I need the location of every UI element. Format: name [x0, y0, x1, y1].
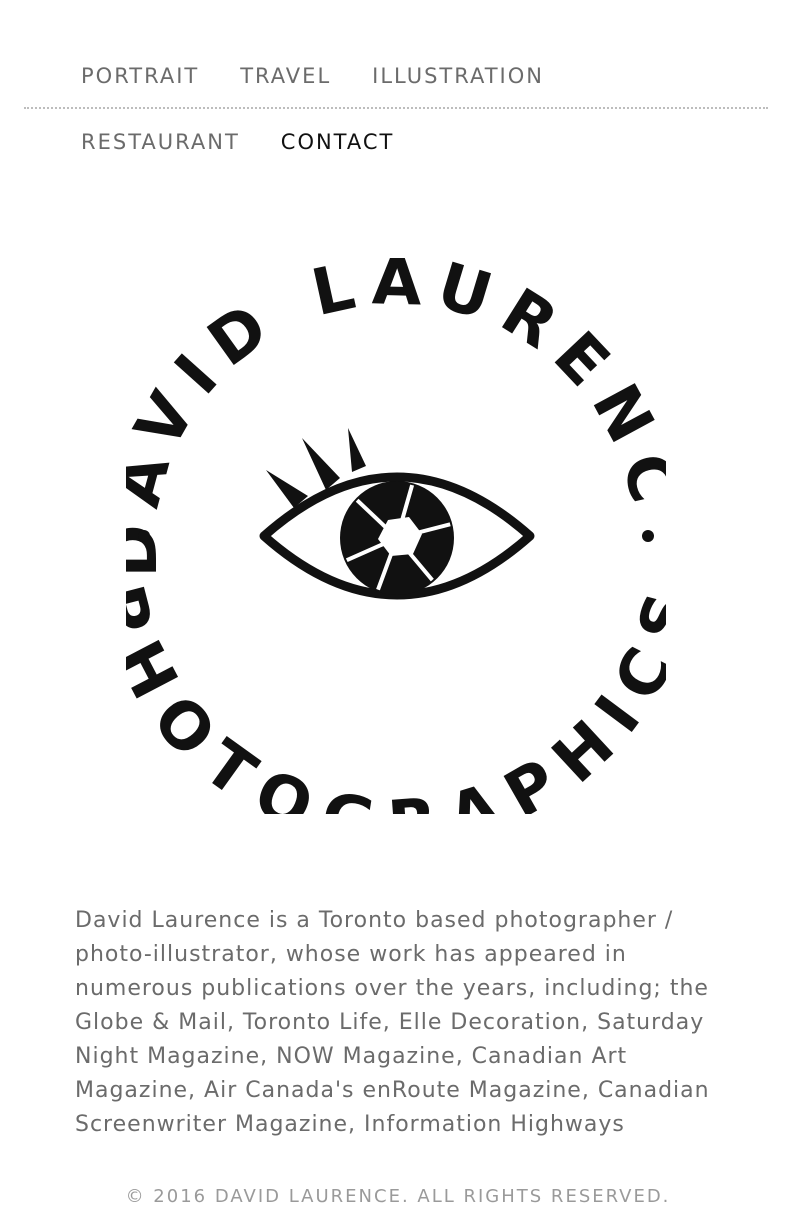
nav-row-secondary: RESTAURANT CONTACT [81, 128, 394, 156]
logo-bottom-text: PHOTOGRAPHICS [126, 578, 666, 814]
nav-row-primary: PORTRAIT TRAVEL ILLUSTRATION [81, 62, 544, 90]
nav-link-contact[interactable]: CONTACT [281, 128, 395, 156]
bio-paragraph: David Laurence is a Toronto based photog… [75, 908, 710, 1137]
nav-link-portrait[interactable]: PORTRAIT [81, 62, 199, 90]
eye-aperture-icon [259, 428, 535, 600]
nav-divider [24, 107, 768, 109]
logo-dot-right [642, 530, 654, 542]
nav-link-restaurant[interactable]: RESTAURANT [81, 128, 240, 156]
copyright-text: © 2016 DAVID LAURENCE. ALL RIGHTS RESERV… [125, 1186, 671, 1207]
nav-link-travel[interactable]: TRAVEL [240, 62, 331, 90]
nav-link-illustration[interactable]: ILLUSTRATION [372, 62, 544, 90]
logo-dot-left [138, 530, 150, 542]
page-footer: © 2016 DAVID LAURENCE. ALL RIGHTS RESERV… [0, 1180, 792, 1214]
brand-logo: DAVID LAURENCE PHOTOGRAPHICS [126, 258, 666, 814]
logo-seal: DAVID LAURENCE PHOTOGRAPHICS [126, 258, 666, 814]
